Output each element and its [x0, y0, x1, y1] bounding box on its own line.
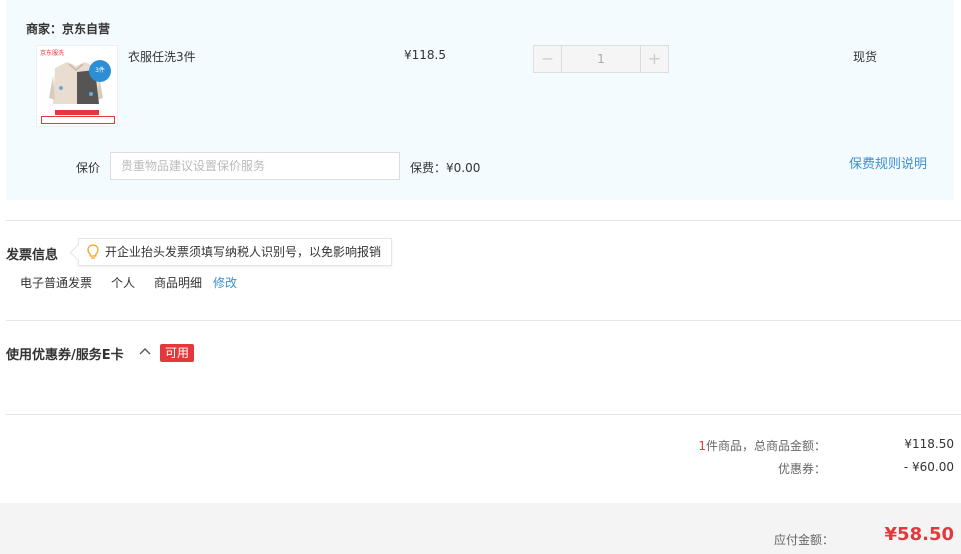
- section-divider: [6, 220, 961, 221]
- goods-total-label: 1件商品，总商品金额：: [686, 437, 826, 454]
- quantity-decrease-button[interactable]: −: [534, 46, 562, 72]
- invoice-edit-link[interactable]: 修改: [213, 274, 237, 291]
- merchant-label: 商家：京东自营: [26, 22, 111, 36]
- insurance-label: 保价: [76, 161, 101, 175]
- invoice-content: 商品明细: [154, 276, 203, 290]
- chevron-up-icon[interactable]: [138, 343, 152, 359]
- product-thumbnail[interactable]: 京东服洗 3件: [36, 45, 118, 127]
- invoice-title: 发票信息: [6, 248, 59, 263]
- coupon-available-badge: 可用: [160, 344, 195, 362]
- invoice-tip: 开企业抬头发票须填写纳税人识别号，以免影响报销: [78, 238, 393, 266]
- invoice-type: 电子普通发票: [20, 276, 93, 290]
- insurance-value-input[interactable]: [110, 152, 400, 180]
- product-name[interactable]: 衣服任洗3件: [128, 48, 196, 65]
- product-price: ¥118.5: [404, 48, 446, 62]
- amount-due-value: ¥58.50: [884, 524, 954, 545]
- section-divider: [6, 320, 961, 321]
- amount-due-label: 应付金额：: [774, 533, 835, 547]
- section-divider: [6, 414, 961, 415]
- quantity-stepper: − 1 +: [533, 45, 669, 73]
- quantity-input[interactable]: 1: [562, 46, 640, 72]
- coupon-discount-label: 优惠券：: [777, 462, 826, 476]
- coupon-discount-value: - ¥60.00: [903, 460, 954, 474]
- thumbnail-service-strip: [41, 116, 115, 124]
- coupon-discount-row: 优惠券： - ¥60.00: [686, 460, 954, 477]
- insurance-fee: 保费：¥0.00: [410, 159, 480, 176]
- quantity-increase-button[interactable]: +: [640, 46, 668, 72]
- goods-total-value: ¥118.50: [904, 437, 954, 451]
- thumbnail-red-strip: [55, 110, 99, 115]
- insurance-fee-value: ¥0.00: [446, 161, 481, 175]
- invoice-details: 电子普通发票 个人 商品明细 修改: [20, 274, 237, 291]
- thumbnail-badge: 3件: [89, 60, 111, 82]
- lightbulb-icon: [87, 244, 99, 259]
- insurance-rules-link[interactable]: 保费规则说明: [849, 153, 927, 172]
- invoice-tip-text: 开企业抬头发票须填写纳税人识别号，以免影响报销: [105, 245, 382, 259]
- stock-status: 现货: [853, 50, 878, 64]
- invoice-header: 个人: [111, 276, 136, 290]
- goods-total-row: 1件商品，总商品金额： ¥118.50: [686, 437, 954, 454]
- coupon-title[interactable]: 使用优惠券/服务E卡: [6, 344, 124, 363]
- goods-total-label-text: 件商品，总商品金额：: [705, 439, 826, 453]
- item-count: 1: [698, 439, 706, 453]
- thumbnail-brand-text: 京东服洗: [40, 50, 65, 57]
- insurance-fee-label: 保费：: [410, 161, 447, 175]
